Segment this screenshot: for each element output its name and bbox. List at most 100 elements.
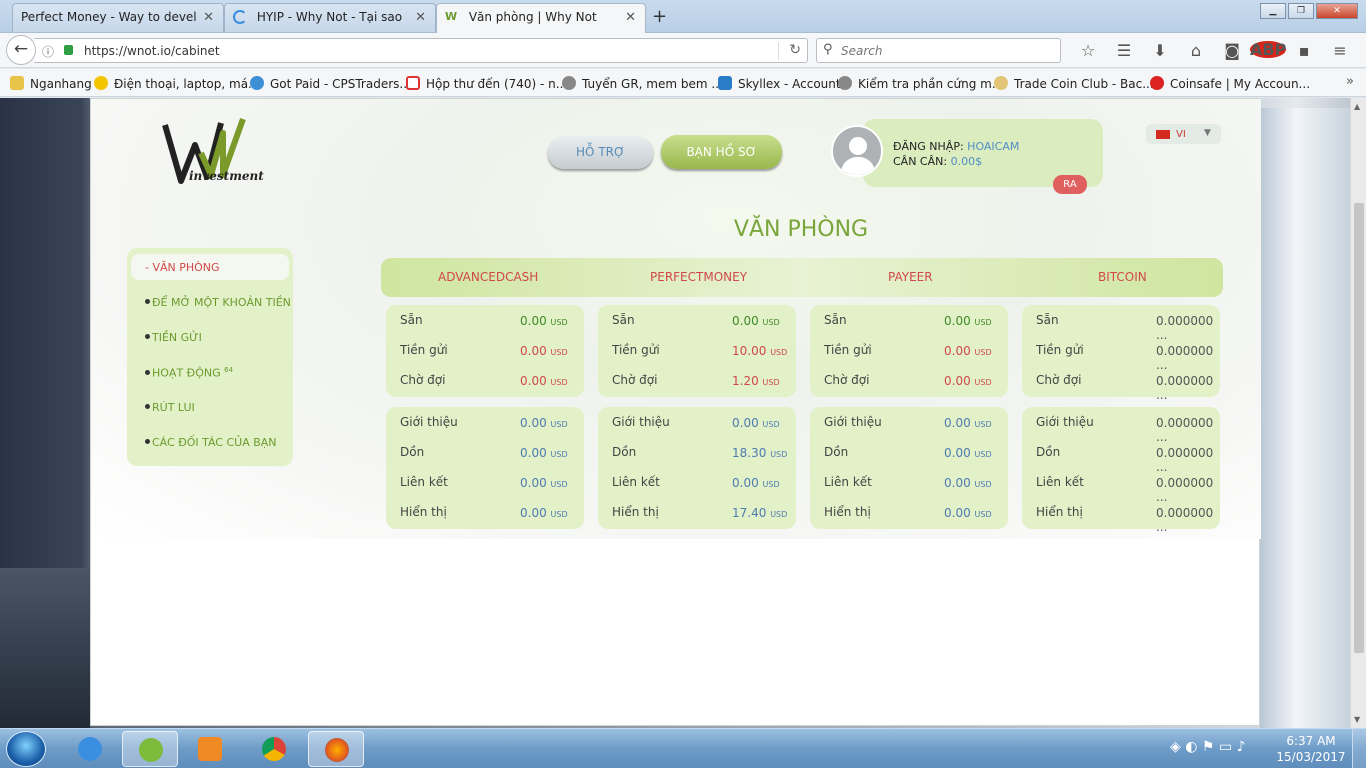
downloads-icon[interactable]: ⬇ [1142, 41, 1178, 60]
avatar[interactable] [831, 125, 883, 177]
row-unit: USD [762, 318, 780, 327]
tab-close-icon[interactable]: ✕ [203, 10, 214, 25]
scroll-down-icon[interactable]: ▼ [1354, 715, 1360, 724]
sidebar-item-mo-khoan-tien[interactable]: ĐỂ MỞ MỘT KHOẢN TIỀN [131, 289, 291, 315]
bookmark-nganhang[interactable]: Nganhang [10, 76, 92, 92]
card-row: Tiền gửi 0.00 USD [824, 343, 1008, 359]
home-icon[interactable]: ⌂ [1178, 41, 1214, 60]
taskbar-chrome[interactable] [246, 731, 302, 767]
taskbar-firefox[interactable] [308, 731, 364, 767]
bookmark-tuyen-gr[interactable]: Tuyển GR, mem bem ... [562, 76, 723, 92]
bookmark-label: Trade Coin Club - Bac... [1014, 77, 1154, 91]
show-desktop-button[interactable] [1352, 729, 1366, 768]
support-button[interactable]: HỖ TRỢ [548, 136, 653, 169]
payment-perfectmoney[interactable]: PERFECTMONEY [650, 270, 747, 284]
payment-bitcoin[interactable]: BITCOIN [1098, 270, 1147, 284]
sidebar-item-label: - VĂN PHÒNG [145, 261, 220, 274]
bullet-icon [145, 299, 150, 304]
scroll-up-icon[interactable]: ▲ [1354, 102, 1360, 111]
browser-tab-bar: Perfect Money - Way to develo... ✕ HYIP … [0, 0, 1366, 33]
whynot-favicon-icon: W [445, 9, 458, 23]
card-row: Dồn 0.00 USD [400, 445, 584, 461]
menu-icon[interactable]: ≡ [1322, 41, 1358, 60]
card-row: Hiển thị 0.000000 ... [1036, 505, 1220, 534]
bookmarks-bar: Nganhang Điện thoại, laptop, má... Got P… [0, 69, 1366, 97]
row-label: Dồn [612, 445, 637, 459]
page-scrollbar[interactable]: ▲ ▼ [1350, 98, 1366, 728]
monitor-icon[interactable]: ▭ [1219, 739, 1232, 755]
app-tray-icon[interactable]: ◐ [1185, 739, 1197, 755]
new-tab-icon[interactable]: + [652, 6, 667, 27]
taskbar-media[interactable] [182, 731, 238, 767]
bookmark-got-paid[interactable]: Got Paid - CPSTraders... [250, 76, 411, 92]
pocket-icon[interactable]: ◙ [1214, 41, 1250, 60]
row-amount: 0.00 [520, 344, 547, 358]
sidebar-item-hoat-dong[interactable]: HOẠT ĐỘNG 64 [131, 359, 289, 385]
sidebar-item-van-phong[interactable]: - VĂN PHÒNG [131, 254, 289, 280]
row-label: Giới thiệu [824, 415, 882, 429]
bookmark-skyllex[interactable]: Skyllex - Account [718, 76, 841, 92]
bookmark-star-icon[interactable]: ☆ [1070, 41, 1106, 60]
start-button[interactable] [6, 731, 46, 767]
tab-van-phong[interactable]: W Văn phòng | Why Not ✕ [436, 3, 646, 33]
reading-list-icon[interactable]: ☰ [1106, 41, 1142, 60]
volume-icon[interactable]: ♪ [1237, 739, 1246, 755]
more-bookmarks-icon[interactable]: » [1346, 74, 1354, 89]
logout-button[interactable]: RA [1053, 175, 1087, 194]
row-value: 0.00 USD [520, 446, 568, 460]
row-amount: 0.00 [732, 476, 759, 490]
search-box[interactable]: ⚲ Search [816, 38, 1061, 63]
restore-icon[interactable]: ❐ [1288, 3, 1314, 19]
window-close-icon[interactable]: ✕ [1316, 3, 1358, 19]
back-button[interactable]: ← [6, 35, 36, 65]
profile-button[interactable]: BẠN HỒ SƠ [661, 135, 782, 169]
language-selector[interactable]: VI ▼ [1146, 124, 1221, 144]
reload-icon[interactable]: ↻ [789, 42, 801, 58]
row-label: Dồn [1036, 445, 1061, 459]
bookmark-kiem-tra[interactable]: Kiểm tra phần cứng m... [838, 76, 1003, 92]
row-amount: 0.00 [520, 416, 547, 430]
sidebar-item-doi-tac[interactable]: CÁC ĐỐI TÁC CỦA BẠN [131, 429, 289, 455]
bookmark-trade-coin[interactable]: Trade Coin Club - Bac... [994, 76, 1154, 92]
sidebar-item-rut-lui[interactable]: RÚT LUI [131, 394, 289, 420]
media-player-icon [198, 737, 222, 761]
row-unit: USD [770, 450, 788, 459]
tab-hyip[interactable]: HYIP - Why Not - Tại sao k... ✕ [224, 3, 436, 32]
row-unit: USD [550, 480, 568, 489]
url-text[interactable]: https://wnot.io/cabinet [84, 44, 220, 58]
sidebar-menu: - VĂN PHÒNG ĐỂ MỞ MỘT KHOẢN TIỀN TIỀN GỬ… [127, 248, 293, 466]
tab-perfect-money[interactable]: Perfect Money - Way to develo... ✕ [12, 3, 224, 32]
sidebar-item-tien-gui[interactable]: TIỀN GỬI [131, 324, 289, 350]
balance-card: Sẵn 0.000000 ... Tiền gửi 0.000000 ... Chờ… [1022, 305, 1220, 402]
tab-close-icon[interactable]: ✕ [415, 10, 426, 25]
card-row: Hiển thị 0.00 USD [400, 505, 584, 521]
taskbar-ie[interactable] [62, 731, 118, 767]
taskbar-coccoc[interactable] [122, 731, 178, 767]
row-unit: USD [550, 378, 568, 387]
row-amount: 1.20 [732, 374, 759, 388]
url-bar[interactable]: ⓘ https://wnot.io/cabinet ↻ [34, 38, 808, 63]
bookmark-gmail[interactable]: Hộp thư đến (740) - n... [406, 76, 567, 92]
bookmark-coinsafe[interactable]: Coinsafe | My Accoun... [1150, 76, 1310, 92]
payment-payeer[interactable]: PAYEER [888, 270, 933, 284]
bookmark-label: Coinsafe | My Accoun... [1170, 77, 1311, 91]
flag-icon[interactable]: ⚑ [1202, 739, 1215, 755]
tab-title: Văn phòng | Why Not [468, 9, 597, 24]
row-label: Tiền gửi [612, 343, 660, 357]
adblock-icon[interactable]: ABP [1250, 41, 1286, 60]
card-row: Chờ đợi 0.00 USD [824, 373, 1008, 389]
row-unit: USD [550, 510, 568, 519]
network-status-icon[interactable]: ◈ [1170, 739, 1181, 755]
row-value: 0.000000 ... [1156, 506, 1220, 534]
minimize-icon[interactable]: ▁ [1260, 3, 1286, 19]
bookmark-dien-thoai[interactable]: Điện thoại, laptop, má... [94, 76, 260, 92]
info-icon[interactable]: ⓘ [42, 43, 54, 60]
window-controls: ▁ ❐ ✕ [1258, 3, 1358, 19]
row-value: 10.00 USD [732, 344, 787, 358]
scroll-thumb[interactable] [1354, 203, 1364, 653]
tab-close-icon[interactable]: ✕ [625, 10, 636, 25]
payment-advcash[interactable]: ADVANCEDCASH [438, 270, 538, 284]
system-clock[interactable]: 6:37 AM 15/03/2017 [1276, 733, 1346, 765]
login-info: ĐĂNG NHẬP: HOAICAM [893, 140, 1019, 153]
extension-icon[interactable]: ▪ [1286, 41, 1322, 60]
